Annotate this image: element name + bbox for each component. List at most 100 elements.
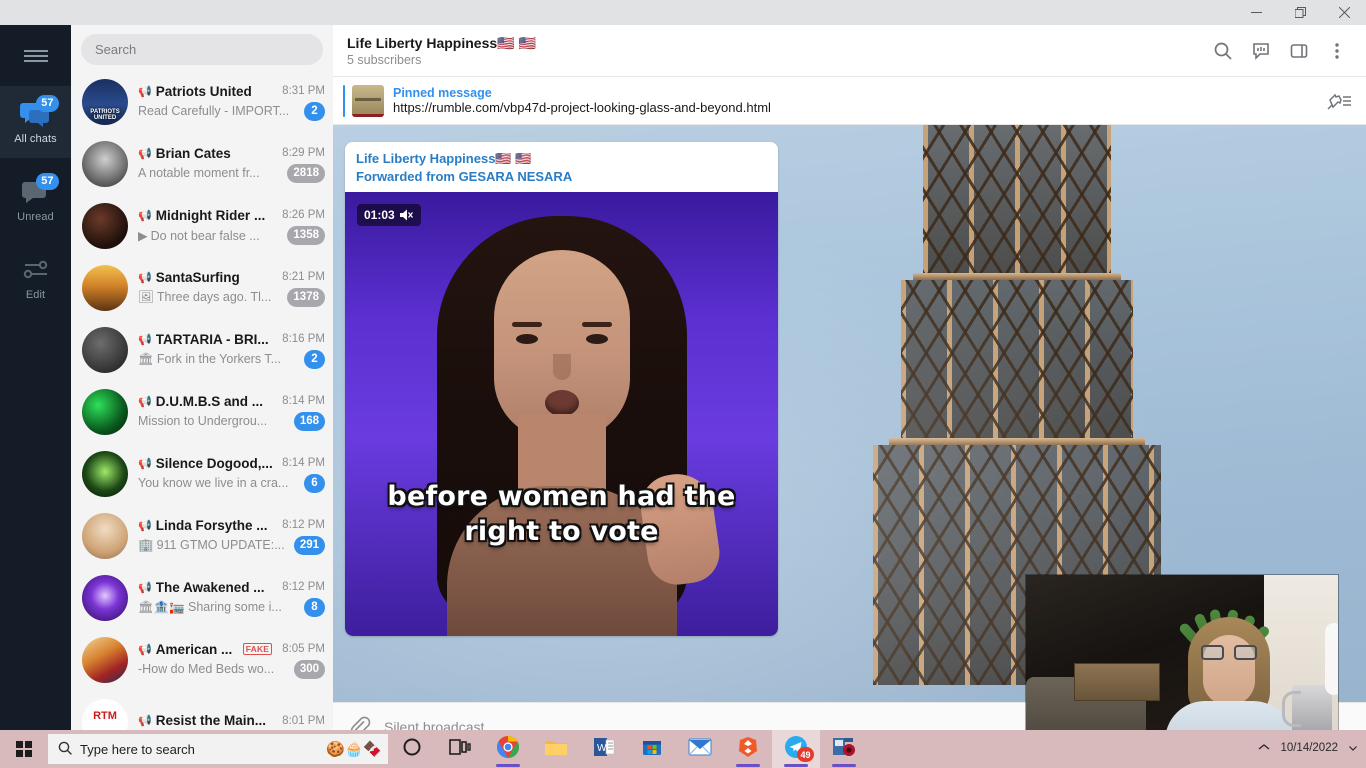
chat-item-info: 📢 The Awakened ... 8:12 PM 🏛🏦🏣 Sharing some … <box>138 580 325 617</box>
media-recorder-icon <box>832 736 856 763</box>
microsoft-store-icon <box>641 736 663 763</box>
sidebar-item-unread[interactable]: 57 Unread <box>0 164 71 236</box>
chat-list-item[interactable]: RTM 📢 Resist the Main... 8:01 PM <box>71 691 333 730</box>
more-options-icon[interactable] <box>1318 32 1356 70</box>
video-duration-text: 01:03 <box>364 208 395 222</box>
chrome-icon <box>496 735 520 764</box>
preview-prefix-icon: 🏢 <box>138 537 154 552</box>
chat-item-preview: Mission to Undergrou... <box>138 414 268 428</box>
taskbar-search-input[interactable]: Type here to search 🍪🧁🍫 <box>48 734 388 764</box>
show-desktop-button[interactable] <box>1348 743 1358 756</box>
channel-megaphone-icon: 📢 <box>138 271 152 284</box>
taskbar-item-file-explorer[interactable] <box>532 730 580 768</box>
paperclip-icon[interactable] <box>349 716 371 731</box>
unread-count-badge: 2818 <box>287 163 325 183</box>
chat-list-item[interactable]: 📢 D.U.M.B.S and ... 8:14 PM Mission to Unde… <box>71 381 333 443</box>
minimize-button[interactable] <box>1234 0 1278 25</box>
taskbar-item-microsoft-store[interactable] <box>628 730 676 768</box>
taskbar-search-placeholder: Type here to search <box>80 741 195 757</box>
video-player[interactable]: 01:03 before women had the right to vote <box>345 192 778 636</box>
taskbar-item-media-recorder[interactable] <box>820 730 868 768</box>
webcam-crate <box>1074 663 1160 701</box>
chat-list-item[interactable]: 📢 SantaSurfing 8:21 PM 🖼 Three days ago. Tl.… <box>71 257 333 319</box>
chat-list-item[interactable]: 📢 Silence Dogood,... 8:14 PM You know we li… <box>71 443 333 505</box>
webcam-drag-handle[interactable] <box>1325 623 1338 695</box>
chat-item-title-row: 📢 American ... FAKE 8:05 PM <box>138 642 325 657</box>
chat-item-preview-row: 🏢 911 GTMO UPDATE:... 291 <box>138 535 325 555</box>
chat-list-item[interactable]: 📢 Linda Forsythe ... 8:12 PM 🏢 911 GTMO UPDA… <box>71 505 333 567</box>
telegram-desktop-window: 57 All chats 57 Unread Edit Search PATRI… <box>0 0 1366 768</box>
avatar: PATRIOTS UNITED <box>82 79 128 125</box>
avatar <box>82 575 128 621</box>
chat-item-preview-row: A notable moment fr... 2818 <box>138 163 325 183</box>
avatar <box>82 327 128 373</box>
chat-item-name: D.U.M.B.S and ... <box>155 393 263 409</box>
chat-list-item[interactable]: 📢 The Awakened ... 8:12 PM 🏛🏦🏣 Sharing some … <box>71 567 333 629</box>
chat-list-item[interactable]: PATRIOTS UNITED 📢 Patriots United 8:31 PM Re… <box>71 71 333 133</box>
chat-item-preview-row: Mission to Undergrou... 168 <box>138 411 325 431</box>
bubble-channel-name: Life Liberty Happiness🇺🇸 🇺🇸 <box>356 151 532 166</box>
chat-item-time: 8:26 PM <box>282 209 325 221</box>
message-bubble[interactable]: Life Liberty Happiness🇺🇸 🇺🇸 Forwarded fr… <box>345 142 778 636</box>
chat-item-info: 📢 American ... FAKE 8:05 PM -How do Med Beds… <box>138 642 325 679</box>
unread-count-badge: 1378 <box>287 287 325 307</box>
avatar-label: RTM <box>93 710 117 722</box>
main-menu-button[interactable] <box>0 32 71 80</box>
taskbar-item-telegram[interactable]: 49 <box>772 730 820 768</box>
channel-megaphone-icon: 📢 <box>138 333 152 346</box>
sidebar-item-all-chats[interactable]: 57 All chats <box>0 86 71 158</box>
close-button[interactable] <box>1322 0 1366 25</box>
search-container: Search <box>71 25 333 71</box>
taskbar-item-badge: 49 <box>797 747 814 762</box>
windows-start-icon <box>16 741 32 757</box>
mentions-icon[interactable] <box>1242 32 1280 70</box>
sidebar-toggle-icon[interactable] <box>1280 32 1318 70</box>
webcam-overlay[interactable] <box>1026 575 1338 747</box>
chat-header: Life Liberty Happiness🇺🇸 🇺🇸 5 subscriber… <box>333 25 1366 77</box>
chat-item-time: 8:21 PM <box>282 271 325 283</box>
chat-item-time: 8:29 PM <box>282 147 325 159</box>
taskbar-item-cortana[interactable] <box>388 730 436 768</box>
brave-icon <box>737 736 759 763</box>
unread-count-badge: 168 <box>293 411 325 431</box>
chat-item-preview: Read Carefully - IMPORT... <box>138 104 290 118</box>
chat-item-title-row: 📢 Linda Forsythe ... 8:12 PM <box>138 518 325 533</box>
chat-item-title-row: 📢 Resist the Main... 8:01 PM <box>138 713 325 728</box>
taskbar-item-brave[interactable] <box>724 730 772 768</box>
taskbar-item-word[interactable]: W <box>580 730 628 768</box>
avatar: RTM <box>82 699 128 730</box>
pinned-message-bar[interactable]: Pinned message https://rumble.com/vbp47d… <box>333 77 1366 125</box>
sliders-icon <box>19 256 53 284</box>
message-input[interactable]: Silent broadcast... <box>384 719 496 731</box>
search-icon[interactable] <box>1204 32 1242 70</box>
chat-item-title-row: 📢 Silence Dogood,... 8:14 PM <box>138 456 325 471</box>
taskbar-date: 10/14/2022 <box>1280 742 1338 755</box>
chat-list-item[interactable]: 📢 Midnight Rider ... 8:26 PM ▶ Do not bear f… <box>71 195 333 257</box>
chat-item-time: 8:12 PM <box>282 581 325 593</box>
channel-megaphone-icon: 📢 <box>138 85 152 98</box>
unread-count-badge: 291 <box>293 535 325 555</box>
unread-count-badge: 1358 <box>287 225 325 245</box>
chat-list-item[interactable]: 📢 Brian Cates 8:29 PM A notable moment fr..… <box>71 133 333 195</box>
chat-item-title-row: 📢 TARTARIA - BRI... 8:16 PM <box>138 332 325 347</box>
taskbar-item-chrome[interactable] <box>484 730 532 768</box>
tray-overflow-icon[interactable] <box>1258 743 1270 755</box>
taskbar-clock[interactable]: 10/14/2022 <box>1280 742 1338 755</box>
video-subtitle-line-1: before women had the <box>387 481 736 512</box>
chat-list-item[interactable]: 📢 TARTARIA - BRI... 8:16 PM 🏛 Fork in the Yo… <box>71 319 333 381</box>
unpin-list-icon[interactable] <box>1326 91 1352 111</box>
taskbar-item-mail[interactable] <box>676 730 724 768</box>
search-input[interactable]: Search <box>81 34 323 65</box>
avatar-label: PATRIOTS UNITED <box>90 109 120 121</box>
chat-item-info: 📢 Silence Dogood,... 8:14 PM You know we li… <box>138 456 325 493</box>
unread-badge: 57 <box>36 172 59 190</box>
chat-item-time: 8:14 PM <box>282 395 325 407</box>
sidebar-item-edit[interactable]: Edit <box>0 242 71 314</box>
taskbar-item-task-view[interactable] <box>436 730 484 768</box>
chat-list-item[interactable]: 📢 American ... FAKE 8:05 PM -How do Med Beds… <box>71 629 333 691</box>
chat-item-preview: ▶ Do not bear false ... <box>138 228 260 243</box>
start-button[interactable] <box>0 730 48 768</box>
chat-item-info: 📢 Linda Forsythe ... 8:12 PM 🏢 911 GTMO UPDA… <box>138 518 325 555</box>
channel-megaphone-icon: 📢 <box>138 209 152 222</box>
restore-button[interactable] <box>1278 0 1322 25</box>
